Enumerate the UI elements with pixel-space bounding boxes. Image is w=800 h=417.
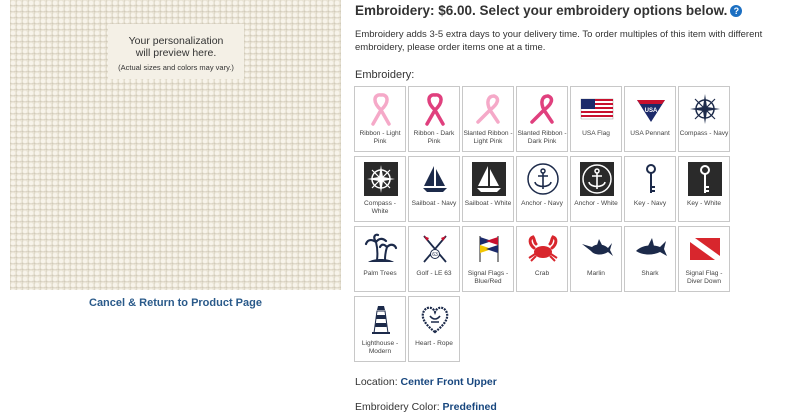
option-crab[interactable]: Crab bbox=[516, 226, 568, 292]
option-shark[interactable]: Shark bbox=[624, 226, 676, 292]
option-label: Ribbon - Dark Pink bbox=[413, 130, 455, 145]
option-label: USA Flag bbox=[582, 130, 610, 137]
option-label: Golf - LE 63 bbox=[416, 270, 452, 277]
option-sailboat-white[interactable]: Sailboat - White bbox=[462, 156, 514, 222]
embroidery-color-label: Embroidery Color: bbox=[355, 401, 440, 413]
svg-text:63: 63 bbox=[432, 252, 438, 258]
option-label: Anchor - White bbox=[574, 200, 618, 207]
option-label: Slanted Ribbon - Dark Pink bbox=[517, 130, 567, 145]
option-lighthouse-modern[interactable]: Lighthouse - Modern bbox=[354, 296, 406, 362]
location-value[interactable]: Center Front Upper bbox=[401, 376, 497, 388]
option-heart-rope[interactable]: Heart - Rope bbox=[408, 296, 460, 362]
option-golf-le-63[interactable]: 63 Golf - LE 63 bbox=[408, 226, 460, 292]
option-usa-pennant[interactable]: USA USA Pennant bbox=[624, 86, 676, 152]
option-label: Sailboat - White bbox=[464, 200, 512, 207]
option-label: Compass - Navy bbox=[679, 130, 729, 137]
sailboat-icon bbox=[472, 162, 506, 196]
location-label: Location: bbox=[355, 376, 398, 388]
palm-trees-icon bbox=[364, 233, 398, 262]
diver-down-flag-icon bbox=[690, 238, 720, 260]
option-label: Compass - White bbox=[364, 200, 396, 215]
option-label: Key - Navy bbox=[633, 200, 667, 207]
slanted-ribbon-icon bbox=[530, 94, 554, 124]
slanted-ribbon-icon bbox=[476, 94, 500, 124]
marlin-icon bbox=[582, 239, 613, 256]
option-signal-flags-blue-red[interactable]: Signal Flags - Blue/Red bbox=[462, 226, 514, 292]
option-label: Key - White bbox=[686, 200, 722, 207]
preview-placeholder: Your personalization will preview here. … bbox=[108, 24, 244, 79]
option-anchor-navy[interactable]: Anchor - Navy bbox=[516, 156, 568, 222]
option-label: Ribbon - Light Pink bbox=[359, 130, 401, 145]
option-key-white[interactable]: Key - White bbox=[678, 156, 730, 222]
heading-text: Embroidery: $6.00. Select your embroider… bbox=[355, 3, 728, 18]
question-icon[interactable]: ? bbox=[730, 5, 743, 17]
sailboat-icon bbox=[423, 166, 447, 192]
ribbon-icon bbox=[425, 93, 445, 126]
embroidery-heading: Embroidery: $6.00. Select your embroider… bbox=[355, 3, 743, 18]
option-signal-flag-diver-down[interactable]: Signal Flag - Diver Down bbox=[678, 226, 730, 292]
lighthouse-icon bbox=[372, 306, 390, 334]
option-label: USA Pennant bbox=[630, 130, 670, 137]
preview-line-1: Your personalization bbox=[128, 35, 224, 47]
usa-flag-icon bbox=[580, 98, 614, 120]
preview-line-2: will preview here. bbox=[135, 47, 217, 59]
location-row: Location: Center Front Upper bbox=[355, 376, 497, 388]
svg-text:USA: USA bbox=[645, 108, 658, 114]
golf-icon: 63 bbox=[423, 235, 447, 263]
option-label: Sailboat - Navy bbox=[411, 200, 457, 207]
preview-disclaimer: (Actual sizes and colors may vary.) bbox=[118, 63, 234, 72]
option-ribbon-dark-pink[interactable]: Ribbon - Dark Pink bbox=[408, 86, 460, 152]
embroidery-label: Embroidery: bbox=[355, 69, 415, 81]
cancel-return-link[interactable]: Cancel & Return to Product Page bbox=[10, 297, 341, 309]
option-slanted-ribbon-light-pink[interactable]: Slanted Ribbon - Light Pink bbox=[462, 86, 514, 152]
option-compass-white[interactable]: Compass - White bbox=[354, 156, 406, 222]
crab-icon bbox=[528, 235, 558, 262]
compass-icon bbox=[690, 94, 720, 124]
embroidery-info: Embroidery adds 3-5 extra days to your d… bbox=[355, 29, 763, 53]
ribbon-icon bbox=[371, 93, 391, 126]
key-icon bbox=[688, 162, 722, 196]
anchor-icon bbox=[527, 163, 559, 195]
embroidery-color-row: Embroidery Color: Predefined bbox=[355, 401, 497, 413]
signal-flags-icon bbox=[479, 236, 499, 262]
option-palm-trees[interactable]: Palm Trees bbox=[354, 226, 406, 292]
shark-icon bbox=[636, 238, 667, 256]
option-key-navy[interactable]: Key - Navy bbox=[624, 156, 676, 222]
product-preview: Your personalization will preview here. … bbox=[10, 0, 341, 290]
option-label: Anchor - Navy bbox=[521, 200, 563, 207]
option-label: Heart - Rope bbox=[415, 340, 453, 347]
anchor-icon bbox=[580, 162, 614, 196]
embroidery-color-value[interactable]: Predefined bbox=[443, 401, 497, 413]
option-label: Shark bbox=[641, 270, 659, 277]
option-compass-navy[interactable]: Compass - Navy bbox=[678, 86, 730, 152]
pennant-icon: USA bbox=[637, 100, 665, 122]
option-label: Slanted Ribbon - Light Pink bbox=[463, 130, 513, 145]
option-label: Marlin bbox=[587, 270, 605, 277]
option-usa-flag[interactable]: USA Flag bbox=[570, 86, 622, 152]
option-label: Signal Flags - Blue/Red bbox=[467, 270, 509, 285]
option-anchor-white[interactable]: Anchor - White bbox=[570, 156, 622, 222]
option-label: Crab bbox=[534, 270, 550, 277]
option-label: Lighthouse - Modern bbox=[361, 340, 399, 355]
option-ribbon-light-pink[interactable]: Ribbon - Light Pink bbox=[354, 86, 406, 152]
option-label: Palm Trees bbox=[363, 270, 397, 277]
option-slanted-ribbon-dark-pink[interactable]: Slanted Ribbon - Dark Pink bbox=[516, 86, 568, 152]
option-label: Signal Flag - Diver Down bbox=[685, 270, 723, 285]
compass-icon bbox=[364, 162, 398, 196]
key-icon bbox=[646, 164, 656, 193]
option-marlin[interactable]: Marlin bbox=[570, 226, 622, 292]
rope-heart-icon bbox=[421, 306, 449, 334]
option-sailboat-navy[interactable]: Sailboat - Navy bbox=[408, 156, 460, 222]
